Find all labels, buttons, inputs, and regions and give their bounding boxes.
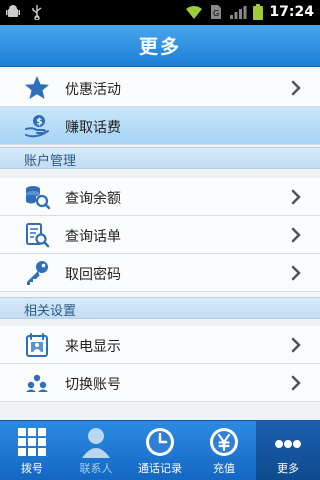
tab-label: 拨号	[21, 462, 43, 475]
android-debug-icon	[6, 5, 20, 17]
star-icon	[25, 76, 49, 99]
tab-recharge[interactable]: 充值	[192, 421, 256, 480]
menu-item-label: 赚取话费	[65, 120, 121, 136]
chevron-right-icon	[291, 265, 301, 281]
menu-item-caller-id[interactable]: 来电显示	[0, 326, 320, 364]
section-header-settings: 相关设置	[0, 297, 320, 319]
signal-icon	[230, 6, 247, 19]
list-gap	[0, 169, 320, 178]
chevron-right-icon	[291, 227, 301, 243]
tab-label: 充值	[213, 462, 235, 475]
title-bar: 更多	[0, 25, 320, 67]
menu-item-earn-credit[interactable]: $ 赚取话费	[0, 107, 320, 145]
menu-list: 优惠活动 $ 赚取话费 账户管理 查询余额 查询话单 取回密码 相关设置 来电显…	[0, 67, 320, 420]
menu-item-label: 切换账号	[65, 377, 121, 393]
coins-search-icon	[26, 186, 50, 210]
tab-dialpad[interactable]: 拨号	[0, 421, 64, 480]
more-icon	[275, 440, 301, 448]
chevron-right-icon	[291, 375, 301, 391]
section-title: 相关设置	[24, 304, 77, 319]
usb-icon	[32, 5, 42, 20]
sim-icon: G	[211, 5, 222, 19]
bottom-tab-bar: 拨号 联系人 通话记录 充值 更多	[0, 420, 320, 480]
menu-item-recover-password[interactable]: 取回密码	[0, 254, 320, 292]
section-header-account: 账户管理	[0, 147, 320, 169]
svg-text:G: G	[213, 9, 219, 18]
hand-coin-icon: $	[25, 115, 49, 138]
page-title: 更多	[138, 36, 181, 58]
caller-id-icon	[26, 333, 48, 357]
svg-text:$: $	[36, 118, 42, 128]
chevron-right-icon	[291, 337, 301, 353]
menu-item-check-balance[interactable]: 查询余额	[0, 178, 320, 216]
dialpad-icon	[18, 428, 46, 456]
menu-item-label: 取回密码	[65, 267, 121, 283]
menu-item-label: 来电显示	[65, 339, 121, 355]
menu-item-check-bill[interactable]: 查询话单	[0, 216, 320, 254]
section-title: 账户管理	[24, 154, 77, 169]
switch-account-icon	[26, 374, 48, 392]
wifi-icon	[186, 5, 203, 19]
key-icon	[27, 261, 48, 285]
status-bar: G 17:24	[0, 0, 320, 25]
tab-label: 联系人	[79, 462, 113, 475]
menu-item-promotions[interactable]: 优惠活动	[0, 69, 320, 107]
clock-icon	[146, 428, 174, 456]
menu-item-switch-account[interactable]: 切换账号	[0, 364, 320, 402]
contact-icon	[82, 428, 110, 458]
yuan-icon	[210, 428, 238, 456]
tab-more[interactable]: 更多	[256, 421, 320, 480]
status-time: 17:24	[269, 4, 314, 20]
menu-item-label: 优惠活动	[65, 82, 121, 98]
chevron-right-icon	[291, 189, 301, 205]
tab-label: 更多	[277, 462, 299, 475]
menu-item-label: 查询余额	[65, 191, 121, 207]
chevron-right-icon	[291, 80, 301, 96]
battery-icon	[253, 4, 264, 20]
list-bottom-gap	[0, 403, 320, 420]
tab-label: 通话记录	[138, 462, 182, 475]
tab-call-log[interactable]: 通话记录	[128, 421, 192, 480]
bill-search-icon	[26, 223, 50, 248]
menu-item-label: 查询话单	[65, 229, 121, 245]
tab-contacts[interactable]: 联系人	[64, 421, 128, 480]
